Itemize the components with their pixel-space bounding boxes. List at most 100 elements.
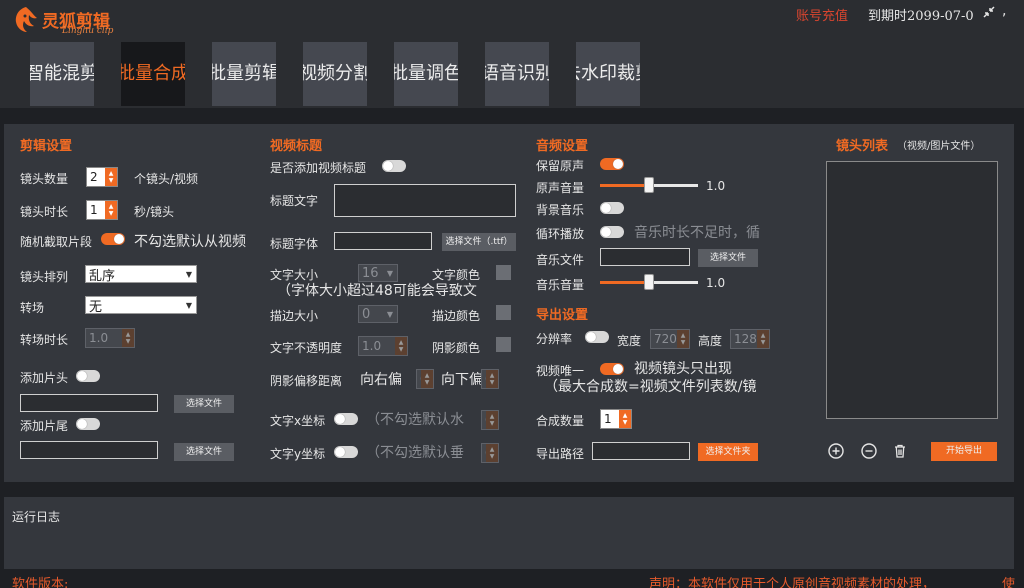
spin-arrows-icon[interactable]: ▲ ▼ [105,168,117,186]
spin-arrows-icon[interactable]: ▲ ▼ [677,330,689,348]
resolution-label: 分辨率 [536,332,573,346]
plus-circle-icon[interactable] [828,443,844,459]
x-coord-label: 文字x坐标 [270,414,326,428]
video-title-section: 视频标题 [270,139,323,154]
font-select-button[interactable]: 选择文件（.ttf） [442,233,516,251]
transition-select[interactable]: 无 ▼ [85,296,197,315]
minus-circle-icon[interactable] [861,443,877,459]
shot-count-spinbox[interactable]: 2 ▲ ▼ [86,167,118,187]
tab-smart-mix[interactable]: 智能混剪 [30,42,94,106]
stroke-color-label: 描边颜色 [432,309,481,323]
export-settings-title: 导出设置 [536,308,589,323]
intro-select-button[interactable]: 选择文件 [174,395,234,413]
keep-original-label: 保留原声 [536,159,585,173]
stroke-size-select[interactable]: 0 ▼ [358,305,398,323]
transition-duration-spinbox[interactable]: 1.0 ▲ ▼ [85,328,135,348]
height-label: 高度 [698,334,723,348]
y-coord-toggle[interactable] [334,446,358,458]
lens-list-subtitle: （视频/图片文件） [897,141,981,152]
music-file-button[interactable]: 选择文件 [698,249,758,267]
app-subtitle: Linghu clip [62,26,114,36]
disclaimer-text: 声明：本软件仅用于个人原创音视频素材的处理， [649,577,936,588]
x-coord-spinbox[interactable]: 0▲▼ [481,410,499,430]
y-coord-spinbox[interactable]: 0▲▼ [481,443,499,463]
stroke-color-swatch[interactable] [496,305,511,320]
width-spinbox[interactable]: 720 ▲ ▼ [650,329,690,349]
minimize-icon[interactable] [982,5,996,19]
shadow-down-label: 向下偏 [441,372,481,388]
intro-path-input[interactable] [20,394,158,412]
keep-original-toggle[interactable] [600,158,624,170]
outro-toggle[interactable] [76,418,100,430]
music-volume-value: 1.0 [706,276,726,290]
resolution-toggle[interactable] [585,331,609,343]
spin-arrows-icon[interactable]: ▲ ▼ [619,410,631,428]
music-volume-slider[interactable] [600,274,698,290]
shadow-offset-label: 阴影偏移距离 [270,374,343,388]
random-clip-label: 随机截取片段 [20,235,93,249]
music-file-input[interactable] [600,248,690,266]
spin-arrows-icon[interactable]: ▲ ▼ [105,201,117,219]
outro-path-input[interactable] [20,441,158,459]
intro-toggle[interactable] [76,370,100,382]
original-volume-value: 1.0 [706,179,726,193]
tab-speech-recognition[interactable]: 语音识别 [485,42,549,106]
recharge-link[interactable]: 账号充值 [796,5,848,24]
spin-arrows-icon[interactable]: ▲ ▼ [421,370,433,388]
shadow-color-swatch[interactable] [496,337,511,352]
tab-video-split[interactable]: 视频分割 [303,42,367,106]
shadow-right-spinbox[interactable]: 0▲▼ [416,369,434,389]
chevron-down-icon: ▼ [185,269,193,279]
select-folder-button[interactable]: 选择文件夹 [698,443,758,461]
slider-handle[interactable] [644,177,654,193]
tab-watermark-crop[interactable]: 去水印裁剪 [576,42,640,106]
spin-arrows-icon[interactable]: ▲ ▼ [395,337,407,355]
text-color-swatch[interactable] [496,265,511,280]
original-volume-slider[interactable] [600,177,698,193]
shadow-down-spinbox[interactable]: 0▲▼ [481,369,499,389]
order-select[interactable]: 乱序 ▼ [85,265,197,284]
x-coord-toggle[interactable] [334,413,358,425]
count-spinbox[interactable]: 1 ▲ ▼ [600,409,632,429]
lens-file-list[interactable] [826,161,998,419]
height-spinbox[interactable]: 1280▲▼ [730,329,770,349]
opacity-spinbox[interactable]: 1.0 ▲ ▼ [358,336,408,356]
spin-arrows-icon[interactable]: ▲ ▼ [486,411,498,429]
unique-toggle[interactable] [600,363,624,375]
stroke-size-label: 描边大小 [270,309,319,323]
shadow-right-label: 向右偏 [360,372,402,388]
shot-count-unit: 个镜头/视频 [134,172,199,186]
shadow-color-label: 阴影颜色 [432,341,481,355]
spin-arrows-icon[interactable]: ▲ ▼ [486,370,498,388]
title-font-input[interactable] [334,232,432,250]
tab-batch-compose[interactable]: 批量合成 [121,42,185,106]
fox-logo-icon [15,7,37,32]
spin-arrows-icon[interactable]: ▲ ▼ [486,444,498,462]
bgm-toggle[interactable] [600,202,624,214]
music-volume-fill [600,281,649,284]
add-title-toggle[interactable] [382,160,406,172]
shot-duration-spinbox[interactable]: 1 ▲ ▼ [86,200,118,220]
edit-settings-title: 剪辑设置 [20,139,73,154]
close-icon[interactable]: , [1002,3,1006,19]
loop-label: 循环播放 [536,227,585,241]
tab-batch-edit[interactable]: 批量剪辑 [212,42,276,106]
export-path-input[interactable] [592,442,690,460]
random-clip-toggle[interactable] [101,233,125,245]
original-volume-label: 原声音量 [536,181,585,195]
spin-arrows-icon[interactable]: ▲ ▼ [122,329,134,347]
slider-handle[interactable] [644,274,654,290]
start-export-button[interactable]: 开始导出 [931,442,997,461]
spin-arrows-icon[interactable]: ▲ ▼ [757,330,769,348]
music-file-label: 音乐文件 [536,253,585,267]
loop-toggle[interactable] [600,226,624,238]
title-text-input[interactable] [334,184,516,217]
loop-hint: 音乐时长不足时，循 [634,225,760,241]
order-label: 镜头排列 [20,270,69,284]
tab-batch-color[interactable]: 批量调色 [394,42,458,106]
chevron-down-icon: ▼ [386,268,394,278]
font-size-hint: （字体大小超过48可能会导致文 [277,283,477,299]
outro-select-button[interactable]: 选择文件 [174,443,234,461]
trash-icon[interactable] [892,443,908,459]
shot-count-label: 镜头数量 [20,172,69,186]
